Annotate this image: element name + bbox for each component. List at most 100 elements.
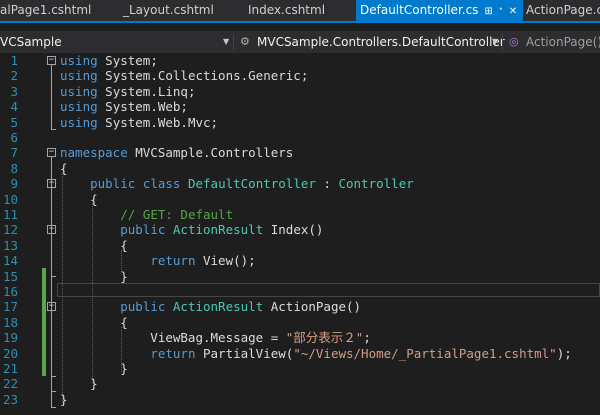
close-icon[interactable]: ✕ xyxy=(509,6,517,17)
line-number: 11 xyxy=(2,207,18,222)
line-number: 20 xyxy=(2,345,18,361)
chevron-down-icon[interactable]: ▼ xyxy=(223,31,229,53)
code-token: ActionResult xyxy=(172,222,264,238)
pin-icon[interactable]: ⊞ xyxy=(484,6,492,17)
document-tab-bar: alPage1.cshtml _Layout.cshtml Index.csht… xyxy=(0,0,600,23)
line-number: 7 xyxy=(10,145,18,161)
code-line[interactable]: 17 public ActionResult ActionPage() xyxy=(0,299,600,314)
line-number: 9 xyxy=(10,176,18,192)
code-line[interactable]: 9 public class DefaultController : Contr… xyxy=(0,176,600,191)
code-text: // GET: Default xyxy=(60,207,233,222)
code-token: Controller xyxy=(338,176,414,192)
code-line[interactable]: 11 // GET: Default xyxy=(0,207,600,222)
project-dropdown[interactable]: VCSample xyxy=(0,31,62,53)
code-text: using System.Linq; xyxy=(60,84,195,99)
code-text: using System; xyxy=(60,53,158,68)
code-line[interactable]: 23} xyxy=(0,392,600,407)
code-token: View(); xyxy=(195,253,256,269)
method-icon: ◎ xyxy=(509,35,519,48)
line-number: 15 xyxy=(2,268,18,284)
code-token: using xyxy=(60,114,98,130)
line-number: 10 xyxy=(2,191,18,207)
code-token: System; xyxy=(97,53,158,68)
line-number: 19 xyxy=(2,330,18,346)
tab-partial-page[interactable]: alPage1.cshtml xyxy=(0,0,91,21)
code-line[interactable]: 22 } xyxy=(0,376,600,391)
line-number: 12 xyxy=(2,222,18,238)
code-text: namespace MVCSample.Controllers xyxy=(60,145,293,160)
code-line[interactable]: 19 ViewBag.Message = "部分表示２"; xyxy=(0,330,600,345)
code-token: } xyxy=(60,391,68,407)
tab-action-page[interactable]: ActionPage.cs xyxy=(526,0,600,21)
unpin-icon[interactable]: ᐩ xyxy=(499,6,503,17)
code-text: using System.Collections.Generic; xyxy=(60,68,308,83)
line-number: 5 xyxy=(10,114,18,130)
code-token: public xyxy=(120,299,166,315)
chevron-down-icon[interactable]: ▼ xyxy=(492,31,498,53)
line-number: 8 xyxy=(10,160,18,176)
code-token: ActionResult xyxy=(172,299,264,315)
code-text: } xyxy=(60,269,128,284)
code-line[interactable]: 20 return PartialView("~/Views/Home/_Par… xyxy=(0,346,600,361)
tab-default-controller[interactable]: DefaultController.cs ⊞ ᐩ ✕ xyxy=(356,0,523,21)
code-token: { xyxy=(60,191,98,207)
code-token: "~/Views/Home/_PartialPage1.cshtml" xyxy=(293,345,557,361)
code-line[interactable]: 10 { xyxy=(0,192,600,207)
code-line[interactable]: 4 using System.Web; xyxy=(0,99,600,114)
code-line[interactable]: 15 } xyxy=(0,269,600,284)
code-token: using xyxy=(60,99,98,115)
code-line[interactable]: 1 using System; xyxy=(0,53,600,68)
code-line[interactable]: 8{ xyxy=(0,161,600,176)
code-token: "部分表示２" xyxy=(285,330,364,346)
line-number: 23 xyxy=(2,391,18,407)
line-number: 1 xyxy=(10,53,18,68)
code-token: Index() xyxy=(263,222,324,238)
code-text: { xyxy=(60,238,128,253)
code-line[interactable]: 14 return View(); xyxy=(0,253,600,268)
code-line[interactable]: 21 } xyxy=(0,361,600,376)
code-line[interactable]: 12 public ActionResult Index() xyxy=(0,222,600,237)
code-text: ViewBag.Message = "部分表示２"; xyxy=(60,330,371,345)
code-token: using xyxy=(60,53,98,68)
code-token: } xyxy=(60,361,128,376)
code-text: { xyxy=(60,161,68,176)
code-token: ViewBag.Message = xyxy=(60,330,286,346)
tab-index[interactable]: Index.cshtml xyxy=(248,0,325,21)
line-number: 21 xyxy=(2,361,18,376)
member-dropdown[interactable]: ActionPage() xyxy=(526,31,600,53)
code-line[interactable]: 13 { xyxy=(0,238,600,253)
code-token: } xyxy=(60,268,128,284)
code-text: return View(); xyxy=(60,253,256,269)
code-line[interactable]: 3 using System.Linq; xyxy=(0,84,600,99)
code-line[interactable]: 16 xyxy=(0,284,600,299)
code-editor[interactable]: − − − − − 1 using System; 2 using System.Co… xyxy=(0,53,600,415)
code-line[interactable]: 5 using System.Web.Mvc; xyxy=(0,115,600,130)
code-line[interactable]: 2 using System.Collections.Generic; xyxy=(0,68,600,83)
code-line[interactable]: 7 namespace MVCSample.Controllers xyxy=(0,145,600,160)
code-text: using System.Web.Mvc; xyxy=(60,115,218,130)
code-text: using System.Web; xyxy=(60,99,188,114)
line-number: 14 xyxy=(2,253,18,269)
class-dropdown[interactable]: MVCSample.Controllers.DefaultController xyxy=(257,31,505,53)
code-line[interactable]: 18 { xyxy=(0,315,600,330)
code-token: // GET: Default xyxy=(120,207,234,222)
code-text: return PartialView("~/Views/Home/_Partia… xyxy=(60,345,572,361)
line-number: 13 xyxy=(2,237,18,253)
code-line[interactable]: 6 xyxy=(0,130,600,145)
code-text: } xyxy=(60,392,68,407)
code-token: using xyxy=(60,83,98,99)
code-text: public ActionResult Index() xyxy=(60,222,323,237)
code-token: ); xyxy=(556,345,572,361)
line-number: 16 xyxy=(2,284,18,299)
code-text: public class DefaultController : Control… xyxy=(60,176,414,191)
tab-layout[interactable]: _Layout.cshtml xyxy=(123,0,214,21)
line-number: 6 xyxy=(10,130,18,145)
